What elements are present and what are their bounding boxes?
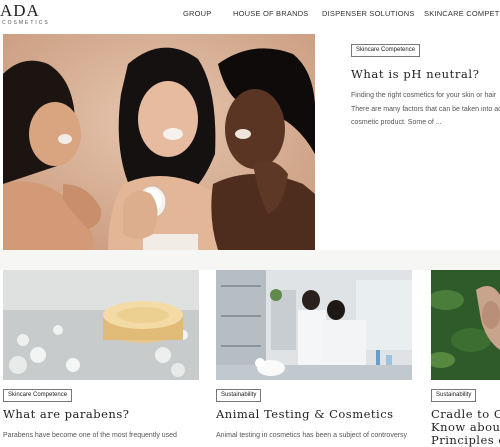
article-title[interactable]: Animal Testing & Cosmetics: [216, 408, 394, 421]
nav-item-house-of-brands[interactable]: HOUSE OF BRANDS: [233, 9, 309, 18]
article-image[interactable]: [3, 270, 199, 380]
section-spacer: [0, 250, 500, 270]
article-card[interactable]: Sustainability Cradle to Cra Know about …: [431, 270, 500, 447]
article-card[interactable]: Skincare Competence What are parabens? P…: [3, 270, 199, 447]
nav-item-skincare-competence[interactable]: SKINCARE COMPETENCE: [424, 9, 500, 18]
main-nav: GROUP HOUSE OF BRANDS DISPENSER SOLUTION…: [0, 9, 500, 21]
green-leaves-photo: [431, 270, 500, 380]
excerpt-line: cosmetic product. Some of ...: [351, 119, 442, 126]
article-excerpt: Parabens have become one of the most fre…: [3, 432, 177, 439]
featured-article-excerpt: Finding the right cosmetics for your ski…: [351, 89, 500, 130]
site-header: ADA COSMETICS GROUP HOUSE OF BRANDS DISP…: [0, 0, 500, 30]
nav-item-dispenser-solutions[interactable]: DISPENSER SOLUTIONS: [322, 9, 415, 18]
nav-item-group[interactable]: GROUP: [183, 9, 212, 18]
article-image[interactable]: [431, 270, 500, 380]
title-line: Principles of: [431, 433, 500, 447]
featured-article-summary: Skincare Competence What is pH neutral? …: [315, 34, 500, 250]
article-image[interactable]: [216, 270, 412, 380]
article-excerpt: Animal testing in cosmetics has been a s…: [216, 432, 408, 439]
category-badge[interactable]: Skincare Competence: [351, 44, 421, 57]
lab-scientists-photo: [216, 270, 412, 380]
article-title[interactable]: What are parabens?: [3, 408, 129, 421]
category-badge[interactable]: Sustainability: [216, 389, 262, 402]
excerpt-line: Finding the right cosmetics for your ski…: [351, 92, 497, 99]
excerpt-line: There are many factors that can be taken…: [351, 105, 500, 113]
cream-bubbles-photo: [3, 270, 199, 380]
featured-article-title[interactable]: What is pH neutral?: [351, 67, 479, 81]
category-badge[interactable]: Sustainability: [431, 389, 477, 402]
featured-article-image[interactable]: [3, 34, 315, 250]
article-card[interactable]: Sustainability Animal Testing & Cosmetic…: [216, 270, 412, 447]
category-badge[interactable]: Skincare Competence: [3, 389, 73, 402]
article-title[interactable]: Cradle to Cra Know about Principles of: [431, 408, 500, 447]
women-skincare-photo: [3, 34, 315, 250]
